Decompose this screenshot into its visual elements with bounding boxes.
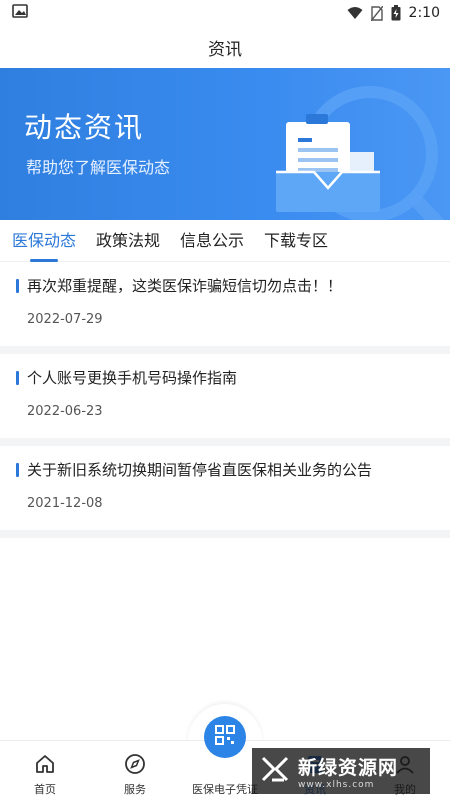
watermark-text: 新绿资源网 bbox=[298, 756, 399, 779]
news-date: 2022-07-29 bbox=[27, 312, 103, 327]
news-list: 再次郑重提醒，这类医保诈骗短信切勿点击！！ 2022-07-29 个人账号更换手… bbox=[0, 262, 450, 538]
e-voucher-button[interactable] bbox=[204, 716, 246, 758]
nav-home-label: 首页 bbox=[34, 783, 56, 796]
banner: 动态资讯 帮助您了解医保动态 bbox=[0, 68, 450, 220]
news-date: 2021-12-08 bbox=[27, 496, 103, 511]
status-bar: 2:10 bbox=[0, 0, 450, 26]
nav-home[interactable]: 首页 bbox=[22, 741, 68, 800]
news-item[interactable]: 个人账号更换手机号码操作指南 2022-06-23 bbox=[0, 354, 450, 438]
accent-bar bbox=[16, 279, 19, 293]
compass-icon bbox=[122, 751, 148, 777]
banner-title: 动态资讯 bbox=[24, 111, 145, 144]
accent-bar bbox=[16, 371, 19, 385]
news-item[interactable]: 再次郑重提醒，这类医保诈骗短信切勿点击！！ 2022-07-29 bbox=[0, 262, 450, 346]
tab-policies[interactable]: 政策法规 bbox=[96, 220, 160, 262]
wifi-icon bbox=[347, 6, 363, 20]
page-title: 资讯 bbox=[208, 39, 242, 60]
category-tabs: 医保动态 政策法规 信息公示 下载专区 bbox=[0, 220, 450, 262]
watermark: 新绿资源网 www.xlhs.com bbox=[252, 748, 430, 794]
news-document-illustration bbox=[276, 86, 445, 220]
no-sim-icon bbox=[370, 5, 383, 21]
banner-subtitle: 帮助您了解医保动态 bbox=[26, 158, 171, 177]
status-time: 2:10 bbox=[408, 5, 440, 21]
news-title: 个人账号更换手机号码操作指南 bbox=[27, 369, 238, 387]
watermark-url: www.xlhs.com bbox=[298, 779, 375, 790]
page-header: 资讯 bbox=[0, 26, 450, 68]
news-title: 再次郑重提醒，这类医保诈骗短信切勿点击！！ bbox=[27, 277, 343, 295]
tab-medical-insurance-news[interactable]: 医保动态 bbox=[12, 220, 76, 262]
watermark-logo-icon bbox=[260, 754, 290, 788]
nav-services-label: 服务 bbox=[124, 783, 146, 796]
news-title: 关于新旧系统切换期间暂停省直医保相关业务的公告 bbox=[27, 461, 373, 479]
news-date: 2022-06-23 bbox=[27, 404, 103, 419]
nav-e-voucher-label: 医保电子凭证 bbox=[192, 783, 258, 796]
accent-bar bbox=[16, 463, 19, 477]
gallery-notification-icon bbox=[12, 4, 28, 22]
divider bbox=[0, 530, 450, 538]
home-icon bbox=[32, 751, 58, 777]
nav-services[interactable]: 服务 bbox=[112, 741, 158, 800]
tab-public-info[interactable]: 信息公示 bbox=[180, 220, 244, 262]
divider bbox=[0, 346, 450, 354]
qr-code-icon bbox=[214, 724, 236, 750]
divider bbox=[0, 438, 450, 446]
battery-charging-icon bbox=[391, 5, 401, 21]
news-item[interactable]: 关于新旧系统切换期间暂停省直医保相关业务的公告 2021-12-08 bbox=[0, 446, 450, 530]
tab-downloads[interactable]: 下载专区 bbox=[264, 220, 328, 262]
